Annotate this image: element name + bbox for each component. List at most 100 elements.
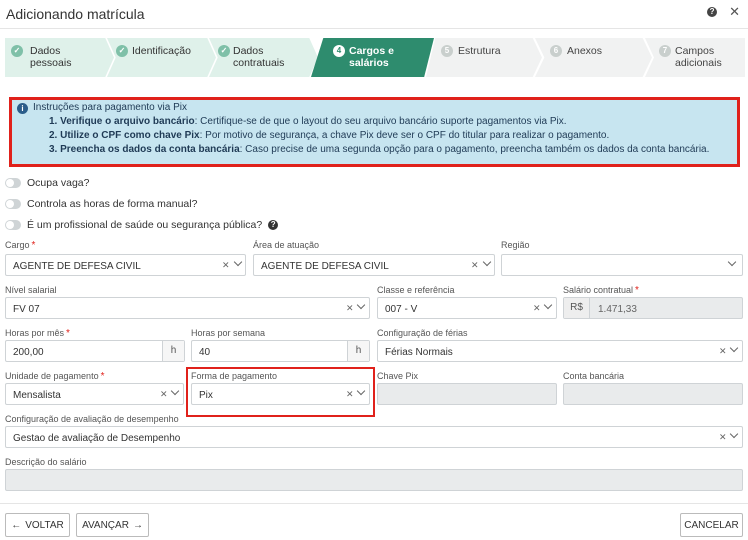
forma-pagamento-select[interactable]: Pix ✕	[191, 383, 370, 405]
cargo-label: Cargo *	[5, 240, 36, 251]
step-label: Cargos e	[349, 45, 394, 57]
conta-bancaria-field	[563, 383, 743, 405]
clear-icon[interactable]: ✕	[719, 346, 727, 357]
step-label: Dados	[233, 45, 264, 57]
toggle-label: Ocupa vaga?	[27, 177, 90, 189]
chave-pix-label: Chave Pix	[377, 371, 419, 381]
alert-item: 3. Preencha os dados da conta bancária: …	[49, 144, 710, 155]
clear-icon[interactable]: ✕	[471, 260, 479, 271]
step-anexos[interactable]: 6 Anexos	[535, 38, 652, 77]
toggle-ocupa-vaga[interactable]: Ocupa vaga?	[5, 176, 89, 190]
nivel-salarial-select[interactable]: FV 07 ✕	[5, 297, 370, 319]
config-ferias-select[interactable]: Férias Normais ✕	[377, 340, 743, 362]
step-label: adicionais	[675, 57, 722, 69]
arrow-left-icon: ←	[11, 519, 22, 531]
chevron-down-icon[interactable]	[729, 343, 739, 353]
step-dados-contratuais[interactable]: ✓ Dados contratuais	[209, 38, 318, 77]
alert-item: 2. Utilize o CPF como chave Pix: Por mot…	[49, 130, 610, 141]
unidade-pagamento-select[interactable]: Mensalista ✕	[5, 383, 184, 405]
check-icon: ✓	[116, 45, 128, 57]
regiao-select[interactable]	[501, 254, 743, 276]
back-button[interactable]: ← VOLTAR	[5, 513, 70, 537]
chevron-down-icon[interactable]	[233, 257, 243, 267]
arrow-right-icon: →	[132, 519, 143, 531]
dialog-header: Adicionando matrícula ? ✕	[0, 0, 748, 28]
step-dados-pessoais[interactable]: ✓ Dados pessoais	[5, 38, 114, 77]
step-label: salários	[349, 57, 389, 69]
step-label: Campos	[675, 45, 715, 57]
step-estrutura[interactable]: 5 Estrutura	[426, 38, 542, 77]
chevron-down-icon[interactable]	[482, 257, 492, 267]
step-number: 7	[659, 45, 671, 57]
descricao-salario-field	[5, 469, 743, 491]
clear-icon[interactable]: ✕	[160, 389, 168, 400]
toggle-horas-manual[interactable]: Controla as horas de forma manual?	[5, 197, 197, 211]
help-icon[interactable]: ?	[268, 220, 279, 230]
info-icon: i	[17, 103, 28, 114]
toggle-profissional-saude[interactable]: É um profissional de saúde ou segurança …	[5, 218, 279, 232]
wizard-stepper: ✓ Dados pessoais ✓ Identificação ✓ Dados…	[5, 38, 745, 77]
unit-suffix: h	[162, 341, 184, 361]
next-button[interactable]: AVANÇAR →	[76, 513, 149, 537]
chevron-down-icon[interactable]	[543, 300, 553, 310]
chevron-down-icon[interactable]	[356, 386, 366, 396]
classe-referencia-label: Classe e referência	[377, 285, 455, 295]
config-ferias-label: Configuração de férias	[377, 328, 468, 338]
horas-mes-label: Horas por mês *	[5, 328, 70, 339]
chevron-down-icon[interactable]	[170, 386, 180, 396]
step-label: Estrutura	[458, 45, 501, 57]
step-label: Dados	[30, 45, 61, 57]
horas-semana-label: Horas por semana	[191, 328, 266, 338]
toggle-switch[interactable]	[5, 199, 21, 209]
unit-suffix: h	[347, 341, 369, 361]
horas-semana-input[interactable]: 40 h	[191, 340, 370, 362]
toggle-switch[interactable]	[5, 178, 21, 188]
forma-pagamento-label: Forma de pagamento	[191, 371, 278, 381]
toggle-switch[interactable]	[5, 220, 21, 230]
currency-prefix: R$	[564, 298, 590, 318]
regiao-label: Região	[501, 240, 530, 250]
alert-item: 1. Verifique o arquivo bancário: Certifi…	[49, 116, 567, 127]
area-atuacao-select[interactable]: AGENTE DE DEFESA CIVIL ✕	[253, 254, 495, 276]
step-identificacao[interactable]: ✓ Identificação	[107, 38, 216, 77]
salario-contratual-label: Salário contratual *	[563, 285, 639, 296]
area-atuacao-label: Área de atuação	[253, 240, 320, 250]
step-number: 6	[550, 45, 562, 57]
cancel-button[interactable]: CANCELAR	[680, 513, 743, 537]
step-campos-adicionais[interactable]: 7 Campos adicionais	[645, 38, 745, 77]
chevron-down-icon[interactable]	[356, 300, 366, 310]
conta-bancaria-label: Conta bancária	[563, 371, 625, 381]
chevron-down-icon[interactable]	[729, 429, 739, 439]
step-cargos-salarios[interactable]: 4 Cargos e salários	[311, 38, 434, 77]
chave-pix-field	[377, 383, 557, 405]
clear-icon[interactable]: ✕	[346, 389, 354, 400]
salario-contratual-field: R$ 1.471,33	[563, 297, 743, 319]
step-number: 5	[441, 45, 453, 57]
check-icon: ✓	[218, 45, 230, 57]
clear-icon[interactable]: ✕	[719, 432, 727, 443]
toggle-label: Controla as horas de forma manual?	[27, 198, 198, 210]
close-icon[interactable]: ✕	[729, 5, 740, 18]
toggle-label: É um profissional de saúde ou segurança …	[27, 219, 263, 231]
config-avaliacao-label: Configuração de avaliação de desempenho	[5, 414, 179, 424]
clear-icon[interactable]: ✕	[346, 303, 354, 314]
help-icon[interactable]: ?	[707, 7, 718, 17]
clear-icon[interactable]: ✕	[222, 260, 230, 271]
footer-divider	[0, 503, 748, 504]
unidade-pagamento-label: Unidade de pagamento *	[5, 371, 105, 382]
dialog-title: Adicionando matrícula	[6, 6, 145, 22]
step-label: Identificação	[132, 45, 191, 57]
step-number: 4	[333, 45, 345, 57]
alert-title: Instruções para pagamento via Pix	[33, 102, 187, 113]
step-label: contratuais	[233, 57, 285, 69]
descricao-salario-label: Descrição do salário	[5, 457, 87, 467]
cargo-select[interactable]: AGENTE DE DEFESA CIVIL ✕	[5, 254, 246, 276]
config-avaliacao-select[interactable]: Gestao de avaliação de Desempenho ✕	[5, 426, 743, 448]
check-icon: ✓	[11, 45, 23, 57]
header-divider	[0, 28, 748, 29]
clear-icon[interactable]: ✕	[533, 303, 541, 314]
classe-referencia-select[interactable]: 007 - V ✕	[377, 297, 557, 319]
nivel-salarial-label: Nível salarial	[5, 285, 57, 295]
chevron-down-icon[interactable]	[727, 257, 737, 267]
horas-mes-input[interactable]: 200,00 h	[5, 340, 185, 362]
